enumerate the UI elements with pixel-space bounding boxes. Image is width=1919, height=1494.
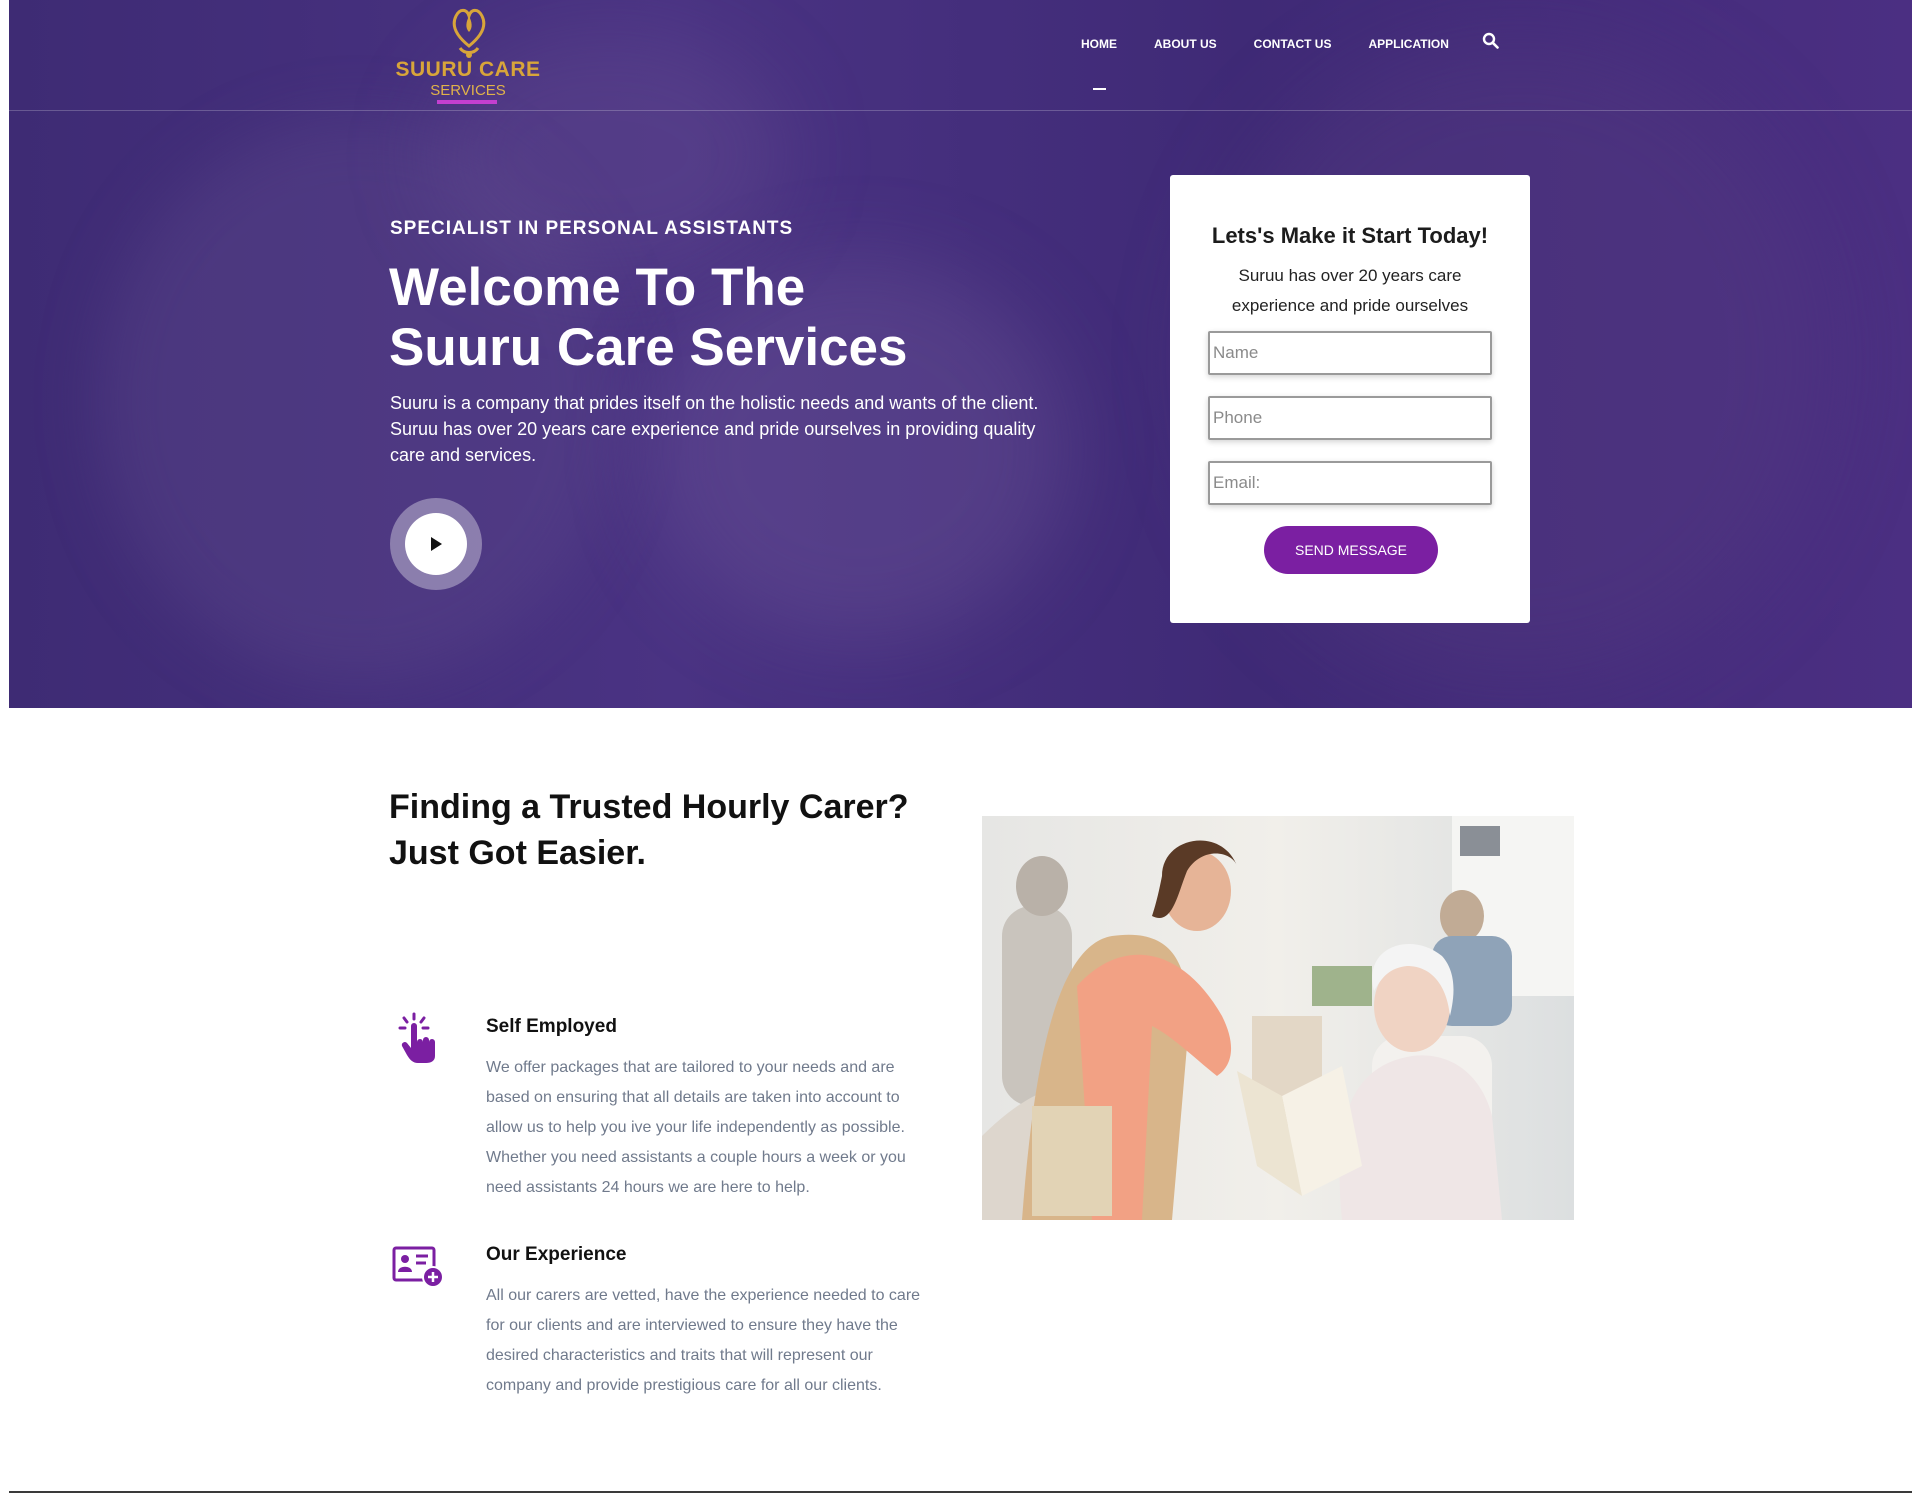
section-title: Finding a Trusted Hourly Carer? Just Got… [389, 784, 949, 876]
heart-emblem-icon [452, 8, 486, 58]
logo-title: SUURU CARE [395, 58, 541, 81]
hero-title-line: Suuru Care Services [389, 318, 908, 377]
form-title: Lets's Make it Start Today! [1211, 223, 1489, 248]
nav-contact-us[interactable]: CONTACT US [1254, 37, 1332, 51]
feature-description: All our carers are vetted, have the expe… [486, 1287, 921, 1394]
id-card-add-icon [392, 1246, 444, 1293]
play-button-inner[interactable] [405, 513, 467, 575]
feature-description: We offer packages that are tailored to y… [486, 1059, 906, 1196]
send-message-button[interactable]: SEND MESSAGE [1264, 526, 1438, 574]
carer-with-client-photo [982, 816, 1574, 1220]
main-nav: HOME ABOUT US CONTACT US APPLICATION [1081, 32, 1499, 90]
email-field[interactable] [1208, 461, 1492, 505]
hero-title-line: Welcome To The [389, 258, 806, 317]
logo[interactable]: SUURU CARE SERVICES [393, 0, 543, 110]
hero-kicker: SPECIALIST IN PERSONAL ASSISTANTS [390, 218, 794, 239]
form-description: Suruu has over 20 years care experience … [1231, 266, 1469, 315]
nav-about-us[interactable]: ABOUT US [1154, 37, 1217, 51]
hero-title: Welcome To The Suuru Care Services [389, 258, 1029, 378]
header: SUURU CARE SERVICES HOME ABOUT US CONTAC… [9, 0, 1912, 111]
play-video-button[interactable] [390, 498, 482, 590]
footer-divider [9, 1491, 1912, 1493]
logo-tagline-bar [437, 100, 497, 104]
section-title-line: Finding a Trusted Hourly Carer? [389, 788, 909, 826]
feature-title: Self Employed [486, 1016, 617, 1037]
play-icon [431, 537, 442, 551]
phone-field[interactable] [1208, 396, 1492, 440]
name-field[interactable] [1208, 331, 1492, 375]
tap-hand-icon [396, 1012, 440, 1069]
search-icon[interactable] [1482, 32, 1499, 54]
section-title-line: Just Got Easier. [389, 834, 646, 872]
nav-application[interactable]: APPLICATION [1368, 37, 1448, 51]
nav-home[interactable]: HOME [1081, 37, 1117, 90]
logo-subtitle: SERVICES [430, 82, 506, 99]
contact-form-card: Lets's Make it Start Today! Suruu has ov… [1170, 175, 1530, 623]
hero-description: Suuru is a company that prides itself on… [390, 393, 1039, 465]
feature-title: Our Experience [486, 1244, 627, 1265]
